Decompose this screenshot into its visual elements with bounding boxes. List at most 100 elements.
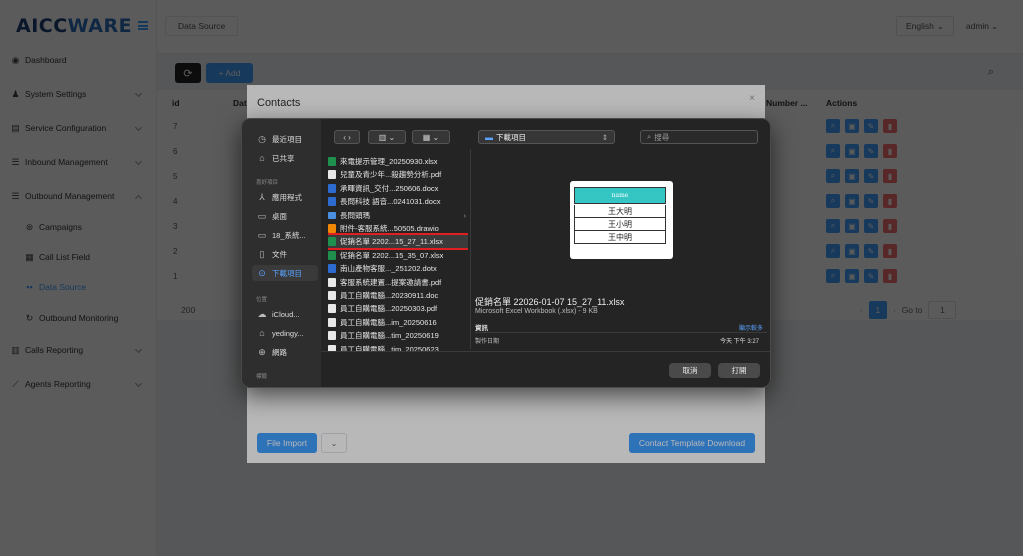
drawio-file-icon <box>328 224 336 233</box>
preview-row: 王大明 <box>574 205 666 218</box>
file-row[interactable]: 南山產物客服..._251202.dotx <box>328 262 468 275</box>
picker-sidebar-network[interactable]: ⊕ 網路 <box>256 344 321 360</box>
meta-divider <box>475 332 767 333</box>
app-root: AICCWARE ◉Dashboard ♟System Settings ▤Se… <box>0 0 1023 556</box>
xlsx-file-icon <box>328 157 336 166</box>
docx-file-icon <box>328 197 336 207</box>
file-row[interactable]: 員工自購電腦...20230911.doc <box>328 289 468 302</box>
grid-view-icon: ▦ <box>422 132 431 142</box>
picker-sidebar-recent[interactable]: ◷ 最近項目 <box>256 131 321 147</box>
pdf-file-icon <box>328 317 336 327</box>
cancel-button[interactable]: 取消 <box>669 363 711 378</box>
open-button[interactable]: 打開 <box>718 363 760 378</box>
file-name: 促銷名單 2202...15_35_07.xlsx <box>340 250 444 260</box>
created-value: 今天 下午 3:27 <box>720 339 760 345</box>
view-columns-button[interactable]: ▥ ⌄ <box>368 130 406 144</box>
updown-chevron-icon: ⇕ <box>601 132 608 142</box>
file-row[interactable]: 員工自購電腦...20250303.pdf <box>328 302 468 315</box>
picker-sidebar-label: 文件 <box>272 249 287 259</box>
globe-icon: ⊕ <box>258 346 266 357</box>
file-name: 員工自購電腦...20230911.doc <box>340 291 439 300</box>
file-name: 長問頭瑪 <box>340 210 370 220</box>
picker-sidebar-folder[interactable]: ▭ 18_系統... <box>256 227 321 243</box>
document-icon: ▯ <box>259 248 265 259</box>
file-name: 員工自購電腦...20250303.pdf <box>340 304 438 314</box>
file-name: 員工自購電腦...tim_20250623 <box>340 344 439 351</box>
apps-icon: ⅄ <box>259 191 265 202</box>
picker-sidebar-downloads[interactable]: ⊙ 下載項目 <box>252 265 318 281</box>
file-row[interactable]: 客服系統建置...提案邀請書.pdf <box>328 276 468 289</box>
home-icon: ⌂ <box>259 328 265 338</box>
picker-sidebar-label: iCloud... <box>272 309 300 319</box>
file-row[interactable]: 長問科技 語音...0241031.docx <box>328 195 468 208</box>
picker-search-input[interactable]: ⌕ 搜尋 <box>640 130 758 144</box>
file-name: 長問科技 語音...0241031.docx <box>340 197 441 207</box>
xlsx-file-icon <box>328 250 336 260</box>
file-row[interactable]: 附件-客服系統...50505.drawio <box>328 222 468 235</box>
file-list: 來電提示管理_20250930.xlsx 兒童及青少年...殺趨勢分析.pdf 承暉… <box>328 155 468 351</box>
file-row[interactable]: 長問頭瑪 › <box>328 209 468 222</box>
location-select[interactable]: ▬ 下載項目 ⇕ <box>478 130 615 144</box>
info-label: 資訊 <box>475 325 488 332</box>
file-name: 承暉資訊_交付...250606.docx <box>340 183 439 193</box>
file-name: 員工自購電腦...im_20250616 <box>340 317 437 327</box>
preview-header: name <box>574 187 666 204</box>
picker-sidebar-label: 最近項目 <box>272 134 302 144</box>
file-row[interactable]: 促銷名單 2202...15_35_07.xlsx <box>328 249 468 262</box>
dotx-file-icon <box>328 264 336 274</box>
preview-row: 王小明 <box>574 218 666 231</box>
shared-folder-icon: ⌂ <box>259 153 265 163</box>
preview-row: 王中明 <box>574 231 666 244</box>
file-name: 南山產物客服..._251202.dotx <box>340 264 437 274</box>
selected-file-type: Microsoft Excel Workbook (.xlsx) - 9 KB <box>475 308 598 315</box>
file-name: 附件-客服系統...50505.drawio <box>340 224 439 233</box>
search-placeholder: 搜尋 <box>654 132 670 142</box>
search-icon: ⌕ <box>647 132 652 141</box>
selected-file-name: 促銷名單 22026-01-07 15_27_11.xlsx <box>475 297 625 307</box>
picker-sidebar-label: 網路 <box>272 347 287 357</box>
file-row[interactable]: 來電提示管理_20250930.xlsx <box>328 155 468 168</box>
desktop-icon: ▭ <box>257 210 267 221</box>
back-forward-buttons[interactable]: ‹ › <box>334 130 360 144</box>
show-more-link[interactable]: 顯示較多 <box>739 323 763 332</box>
file-preview: name 王大明 王小明 王中明 <box>570 181 673 259</box>
picker-sidebar-desktop[interactable]: ▭ 桌面 <box>256 208 321 224</box>
picker-sidebar-applications[interactable]: ⅄ 應用程式 <box>256 189 321 205</box>
pdf-file-icon <box>328 331 336 341</box>
xlsx-file-icon <box>328 237 336 247</box>
location-label: 下載項目 <box>496 132 526 142</box>
pdf-file-icon <box>328 304 336 314</box>
file-row-selected[interactable]: 促銷名單 2202...15_27_11.xlsx <box>328 233 468 251</box>
file-name: 促銷名單 2202...15_27_11.xlsx <box>340 237 443 247</box>
picker-sidebar-home[interactable]: ⌂ yedingy... <box>256 325 321 341</box>
created-label: 製作日期 <box>475 339 500 345</box>
file-picker-dialog: ◷ 最近項目 ⌂ 已共享 喜好項目 ⅄ 應用程式 ▭ 桌面 ▭ 18_系統... ▯ 文件 … <box>241 118 771 388</box>
picker-sidebar-label: 已共享 <box>272 153 295 163</box>
file-row[interactable]: 員工自購電腦...tim_20250619 <box>328 329 468 342</box>
pdf-file-icon <box>328 170 336 180</box>
chevron-right-icon: › <box>348 132 351 142</box>
file-name: 員工自購電腦...tim_20250619 <box>340 331 439 341</box>
folder-icon: ▬ <box>485 132 493 142</box>
file-name: 來電提示管理_20250930.xlsx <box>340 157 438 166</box>
file-name: 兒童及青少年...殺趨勢分析.pdf <box>340 170 442 180</box>
picker-footer-divider <box>321 351 770 352</box>
file-row[interactable]: 承暉資訊_交付...250606.docx <box>328 182 468 195</box>
group-button[interactable]: ▦ ⌄ <box>412 130 450 144</box>
doc-file-icon <box>328 291 336 300</box>
download-icon: ⊙ <box>258 267 266 278</box>
picker-sidebar-label: 18_系統... <box>272 230 306 240</box>
file-row[interactable]: 員工自購電腦...tim_20250623 <box>328 343 468 351</box>
picker-sidebar-shared[interactable]: ⌂ 已共享 <box>256 150 321 166</box>
columns-view-icon: ▥ <box>378 132 387 142</box>
chevron-right-icon: › <box>463 210 467 220</box>
picker-sidebar-documents[interactable]: ▯ 文件 <box>256 246 321 262</box>
file-row[interactable]: 員工自購電腦...im_20250616 <box>328 316 468 329</box>
column-divider <box>470 149 471 349</box>
file-row[interactable]: 兒童及青少年...殺趨勢分析.pdf <box>328 168 468 181</box>
picker-sidebar-icloud[interactable]: ☁ iCloud... <box>256 306 321 322</box>
file-name: 客服系統建置...提案邀請書.pdf <box>340 277 442 287</box>
picker-sidebar-label: yedingy... <box>272 328 304 338</box>
picker-sidebar-label: 下載項目 <box>272 268 302 278</box>
picker-heading-locations: 位置 <box>256 297 268 303</box>
